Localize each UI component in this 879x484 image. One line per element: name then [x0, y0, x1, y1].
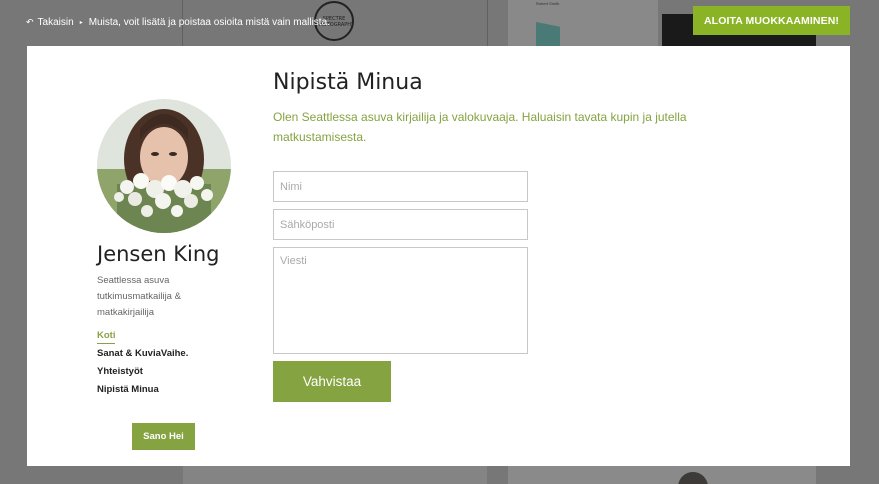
nav-item-collaborations[interactable]: Yhteistyöt [97, 366, 188, 384]
page-title: Nipistä Minua [273, 70, 423, 95]
bg-thumb-name: Robert Smith [536, 1, 560, 6]
say-hello-button[interactable]: Sano Hei [132, 423, 195, 450]
bg-bottom-card [508, 466, 816, 484]
avatar-photo [97, 99, 231, 233]
hint-text: Muista, voit lisätä ja poistaa osioita m… [88, 16, 330, 28]
bg-thumb-figure [536, 22, 560, 46]
top-bar: ↶ Takaisin ▸ Muista, voit lisätä ja pois… [26, 14, 330, 30]
nav-item-words-images[interactable]: Sanat & KuviaVaihe. [97, 348, 188, 366]
start-editing-button[interactable]: ALOITA MUOKKAAMINEN! [693, 6, 850, 35]
profile-name: Jensen King [97, 242, 220, 266]
bg-bottom-card [183, 466, 487, 484]
bg-portrait [678, 472, 708, 484]
bg-thumbnail: Robert Smith [508, 0, 658, 46]
bg-divider [487, 0, 488, 46]
nav-item-home[interactable]: Koti [97, 330, 188, 348]
profile-nav: Koti Sanat & KuviaVaihe. Yhteistyöt Nipi… [97, 330, 188, 402]
back-arrow-icon[interactable]: ↶ [26, 17, 34, 28]
message-field[interactable] [273, 247, 528, 354]
avatar [97, 99, 231, 233]
contact-modal: Jensen King Seattlessa asuva tutkimusmat… [27, 46, 850, 466]
submit-button[interactable]: Vahvistaa [273, 361, 391, 402]
name-field[interactable] [273, 171, 528, 202]
email-field[interactable] [273, 209, 528, 240]
profile-bio: Seattlessa asuva tutkimusmatkailija & ma… [97, 275, 181, 318]
nav-item-contact[interactable]: Nipistä Minua [97, 384, 188, 402]
caret-right-icon: ▸ [79, 19, 83, 26]
intro-text: Olen Seattlessa asuva kirjailija ja valo… [273, 110, 687, 144]
back-link[interactable]: Takaisin [38, 17, 74, 28]
